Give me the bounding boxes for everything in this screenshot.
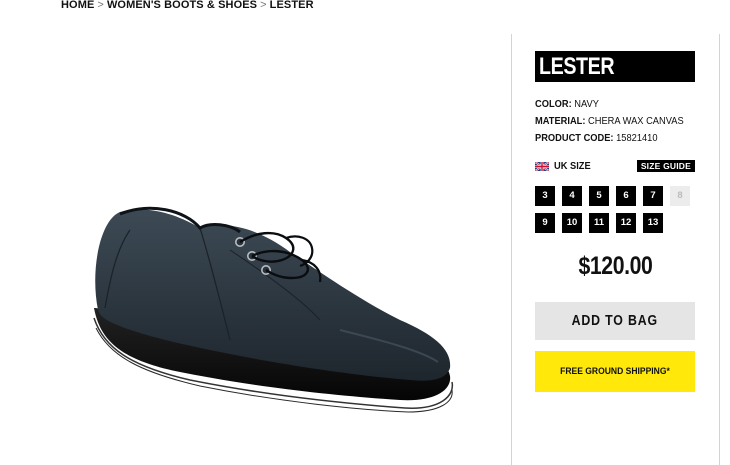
- material-label: MATERIAL:: [535, 116, 586, 127]
- product-specs: COLOR: NAVY MATERIAL: CHERA WAX CANVAS P…: [535, 96, 695, 147]
- size-option-9[interactable]: 9: [535, 213, 555, 233]
- product-code: PRODUCT CODE: 15821410: [535, 130, 684, 147]
- add-to-bag-button[interactable]: ADD TO BAG: [535, 302, 695, 340]
- size-option-7[interactable]: 7: [643, 186, 663, 206]
- panel-divider-left: [511, 34, 512, 465]
- price-text: $120.00: [578, 252, 652, 280]
- product-title: LESTER: [535, 51, 695, 82]
- size-option-13[interactable]: 13: [643, 213, 663, 233]
- size-option-12[interactable]: 12: [616, 213, 636, 233]
- size-option-11[interactable]: 11: [589, 213, 609, 233]
- product-image[interactable]: [60, 190, 480, 430]
- color-label: COLOR:: [535, 99, 572, 110]
- size-option-8-unavailable: 8: [670, 186, 690, 206]
- breadcrumb-current: LESTER: [269, 0, 314, 11]
- free-shipping-banner[interactable]: FREE GROUND SHIPPING*: [535, 351, 695, 392]
- size-option-4[interactable]: 4: [562, 186, 582, 206]
- size-guide-button[interactable]: SIZE GUIDE: [636, 160, 695, 172]
- panel-divider-right: [719, 34, 720, 465]
- free-shipping-label: FREE GROUND SHIPPING*: [560, 366, 670, 377]
- breadcrumb-separator: >: [260, 0, 267, 11]
- breadcrumb-home[interactable]: HOME: [61, 0, 94, 11]
- product-material: MATERIAL: CHERA WAX CANVAS: [535, 113, 684, 130]
- breadcrumb-separator: >: [97, 0, 104, 11]
- uk-flag-icon: [535, 162, 549, 171]
- material-value: CHERA WAX CANVAS: [588, 116, 684, 127]
- size-option-10[interactable]: 10: [562, 213, 582, 233]
- size-option-5[interactable]: 5: [589, 186, 609, 206]
- code-label: PRODUCT CODE:: [535, 133, 614, 144]
- shoe-image: [93, 206, 454, 413]
- uk-size-label: UK SIZE: [554, 161, 591, 172]
- product-price: $120.00: [535, 252, 695, 281]
- product-title-text: LESTER: [539, 53, 615, 80]
- breadcrumb-womens-boots-shoes[interactable]: WOMEN'S BOOTS & SHOES: [107, 0, 257, 11]
- size-header: UK SIZE SIZE GUIDE: [535, 160, 695, 174]
- code-value: 15821410: [616, 133, 658, 144]
- size-option-3[interactable]: 3: [535, 186, 555, 206]
- product-color: COLOR: NAVY: [535, 96, 684, 113]
- breadcrumb: HOME > WOMEN'S BOOTS & SHOES > LESTER: [61, 0, 314, 12]
- size-option-6[interactable]: 6: [616, 186, 636, 206]
- color-value: NAVY: [574, 99, 599, 110]
- add-to-bag-label: ADD TO BAG: [571, 313, 659, 329]
